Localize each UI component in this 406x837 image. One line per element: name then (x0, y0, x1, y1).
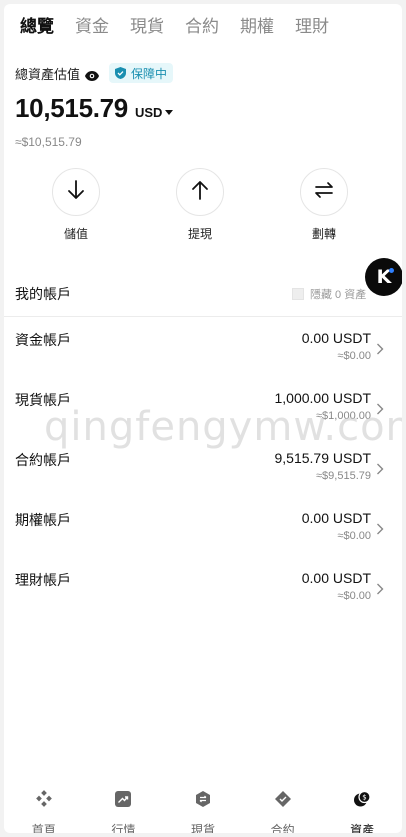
nav-home[interactable]: 首頁 (4, 790, 84, 833)
nav-spot-label: 現貨 (190, 823, 215, 833)
top-tabs: 總覽 資金 現貨 合約 期權 理財 (14, 16, 344, 38)
account-amount: 9,515.79 USDT (274, 450, 372, 466)
tab-futures[interactable]: 合約 (179, 16, 225, 38)
hide-zero-checkbox[interactable] (292, 288, 304, 300)
shield-icon (115, 67, 127, 79)
svg-text:$: $ (362, 794, 366, 802)
chevron-right-icon (376, 402, 384, 415)
assets-icon: $ (353, 790, 371, 813)
account-amount: 0.00 USDT (301, 570, 371, 586)
balance-row: 10,515.79 USD (15, 93, 174, 124)
currency-label: USD (134, 105, 163, 120)
account-fiat: ≈$0.00 (337, 590, 371, 602)
transfer-label: 劃轉 (311, 227, 336, 241)
futures-icon (274, 790, 292, 813)
account-name: 理財帳戶 (15, 572, 71, 588)
tab-spot[interactable]: 現貨 (124, 16, 170, 38)
account-name: 期權帳戶 (15, 512, 71, 528)
chevron-right-icon (376, 582, 384, 595)
total-estimate-label: 總資產估值 (15, 66, 81, 82)
protection-badge[interactable]: 保障中 (109, 63, 174, 83)
hide-zero-label: 隱藏 0 資產 (310, 289, 367, 301)
nav-market-label: 行情 (111, 823, 136, 833)
account-row-futures[interactable]: 合約帳戶 9,515.79 USDT ≈$9,515.79 (4, 450, 402, 500)
total-estimate-row: 總資產估值 保障中 (15, 63, 174, 83)
balance-approx: ≈$10,515.79 (15, 135, 82, 149)
account-amount: 0.00 USDT (301, 330, 371, 346)
account-fiat: ≈$0.00 (337, 350, 371, 362)
action-buttons: 儲值 提現 劃轉 (4, 168, 402, 248)
withdraw-button[interactable]: 提現 (165, 168, 235, 242)
market-icon (114, 790, 132, 813)
hide-zero-toggle[interactable]: 隱藏 0 資產 (292, 286, 366, 302)
nav-assets-label: 資產 (350, 823, 375, 833)
tab-overview[interactable]: 總覽 (14, 16, 60, 38)
account-row-funding[interactable]: 資金帳戶 0.00 USDT ≈$0.00 (4, 330, 402, 380)
transfer-button[interactable]: 劃轉 (289, 168, 359, 242)
nav-market[interactable]: 行情 (84, 790, 164, 833)
floating-assistant-button[interactable]: K (365, 258, 402, 296)
bottom-nav: 首頁 行情 現貨 合約 $ 資產 (4, 790, 402, 833)
divider (4, 316, 402, 317)
nav-home-label: 首頁 (31, 823, 56, 833)
nav-spot[interactable]: 現貨 (163, 790, 243, 833)
account-name: 現貨帳戶 (15, 392, 71, 408)
account-row-earn[interactable]: 理財帳戶 0.00 USDT ≈$0.00 (4, 570, 402, 620)
account-name: 合約帳戶 (15, 452, 71, 468)
account-fiat: ≈$1,000.00 (316, 410, 371, 422)
total-balance: 10,515.79 (15, 93, 128, 123)
account-fiat: ≈$0.00 (337, 530, 371, 542)
account-row-spot[interactable]: 現貨帳戶 1,000.00 USDT ≈$1,000.00 (4, 390, 402, 440)
caret-down-icon (165, 110, 174, 115)
tab-options[interactable]: 期權 (234, 16, 280, 38)
deposit-label: 儲值 (63, 227, 88, 241)
my-accounts-title: 我的帳戶 (15, 286, 71, 302)
protection-badge-label: 保障中 (131, 66, 168, 81)
deposit-button[interactable]: 儲值 (41, 168, 111, 242)
nav-futures-label: 合約 (270, 823, 295, 833)
nav-assets[interactable]: $ 資產 (322, 790, 402, 833)
chevron-right-icon (376, 522, 384, 535)
eye-icon[interactable] (85, 68, 100, 81)
arrow-down-icon (64, 178, 88, 207)
transfer-icon (312, 178, 336, 207)
chevron-right-icon (376, 462, 384, 475)
notification-dot (389, 268, 394, 273)
tab-funding[interactable]: 資金 (69, 16, 115, 38)
currency-selector[interactable]: USD (134, 105, 174, 120)
account-amount: 0.00 USDT (301, 510, 371, 526)
assets-page: 總覽 資金 現貨 合約 期權 理財 總資產估值 保障中 10,515.79 US… (4, 4, 402, 833)
tab-earn[interactable]: 理財 (289, 16, 335, 38)
account-name: 資金帳戶 (15, 332, 71, 348)
chevron-right-icon (376, 342, 384, 355)
account-row-options[interactable]: 期權帳戶 0.00 USDT ≈$0.00 (4, 510, 402, 560)
spot-icon (194, 790, 212, 813)
withdraw-label: 提現 (187, 227, 212, 241)
arrow-up-icon (188, 178, 212, 207)
nav-futures[interactable]: 合約 (243, 790, 323, 833)
home-icon (35, 790, 53, 813)
account-amount: 1,000.00 USDT (274, 390, 372, 406)
account-fiat: ≈$9,515.79 (316, 470, 371, 482)
